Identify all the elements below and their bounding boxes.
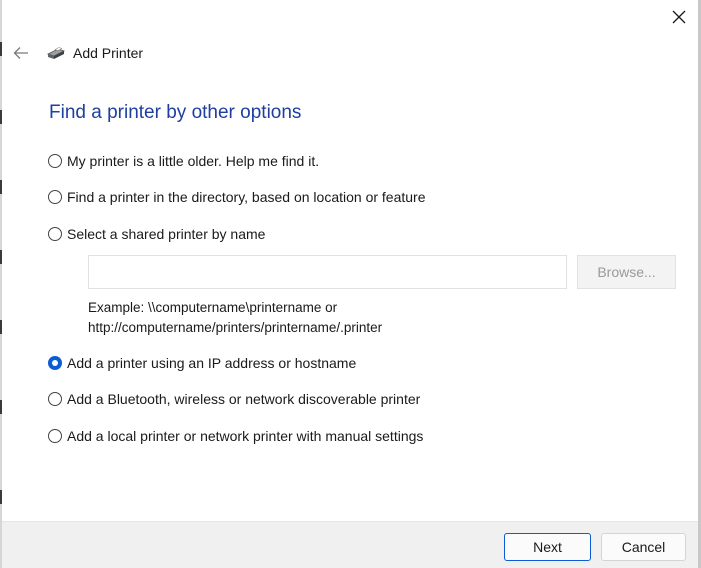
- next-button[interactable]: Next: [504, 533, 591, 561]
- browse-button[interactable]: Browse...: [577, 255, 676, 289]
- radio-button[interactable]: [48, 392, 62, 406]
- option-directory-search[interactable]: Find a printer in the directory, based o…: [48, 189, 426, 205]
- radio-button-selected[interactable]: [48, 356, 62, 370]
- example-line: Example: \\computername\printername or: [88, 300, 338, 315]
- option-label: Add a printer using an IP address or hos…: [67, 355, 357, 371]
- option-label: Select a shared printer by name: [67, 226, 266, 242]
- dialog-footer: [2, 521, 698, 568]
- option-label: My printer is a little older. Help me fi…: [67, 153, 320, 169]
- radio-button[interactable]: [48, 154, 62, 168]
- option-older-printer[interactable]: My printer is a little older. Help me fi…: [48, 153, 319, 169]
- edge-tick: [0, 490, 2, 504]
- option-bluetooth-wireless[interactable]: Add a Bluetooth, wireless or network dis…: [48, 391, 420, 407]
- title-bar: Add Printer: [12, 42, 143, 64]
- close-icon: [672, 10, 686, 24]
- example-text: Example: \\computername\printername or h…: [88, 298, 382, 338]
- window-title: Add Printer: [73, 45, 144, 61]
- back-button[interactable]: [12, 44, 30, 62]
- radio-button[interactable]: [48, 429, 62, 443]
- window-left-edge: [0, 0, 2, 568]
- page-heading: Find a printer by other options: [49, 102, 302, 123]
- option-shared-printer[interactable]: Select a shared printer by name: [48, 226, 265, 242]
- option-label: Add a local printer or network printer w…: [67, 428, 424, 444]
- option-label: Add a Bluetooth, wireless or network dis…: [67, 391, 421, 407]
- close-button[interactable]: [666, 4, 692, 30]
- example-line: http://computername/printers/printername…: [88, 320, 383, 335]
- cancel-button[interactable]: Cancel: [601, 533, 686, 561]
- option-ip-address[interactable]: Add a printer using an IP address or hos…: [48, 355, 356, 371]
- edge-tick: [0, 42, 2, 56]
- printer-icon: [46, 45, 66, 61]
- add-printer-window: Add Printer Find a printer by other opti…: [0, 0, 701, 568]
- edge-tick: [0, 320, 2, 334]
- edge-tick: [0, 180, 2, 194]
- shared-printer-name-input[interactable]: [88, 255, 567, 289]
- radio-button[interactable]: [48, 190, 62, 204]
- option-local-manual[interactable]: Add a local printer or network printer w…: [48, 428, 423, 444]
- option-label: Find a printer in the directory, based o…: [67, 189, 426, 205]
- edge-tick: [0, 400, 2, 414]
- edge-tick: [0, 110, 2, 124]
- back-arrow-icon: [13, 47, 28, 59]
- edge-tick: [0, 250, 2, 264]
- radio-button[interactable]: [48, 227, 62, 241]
